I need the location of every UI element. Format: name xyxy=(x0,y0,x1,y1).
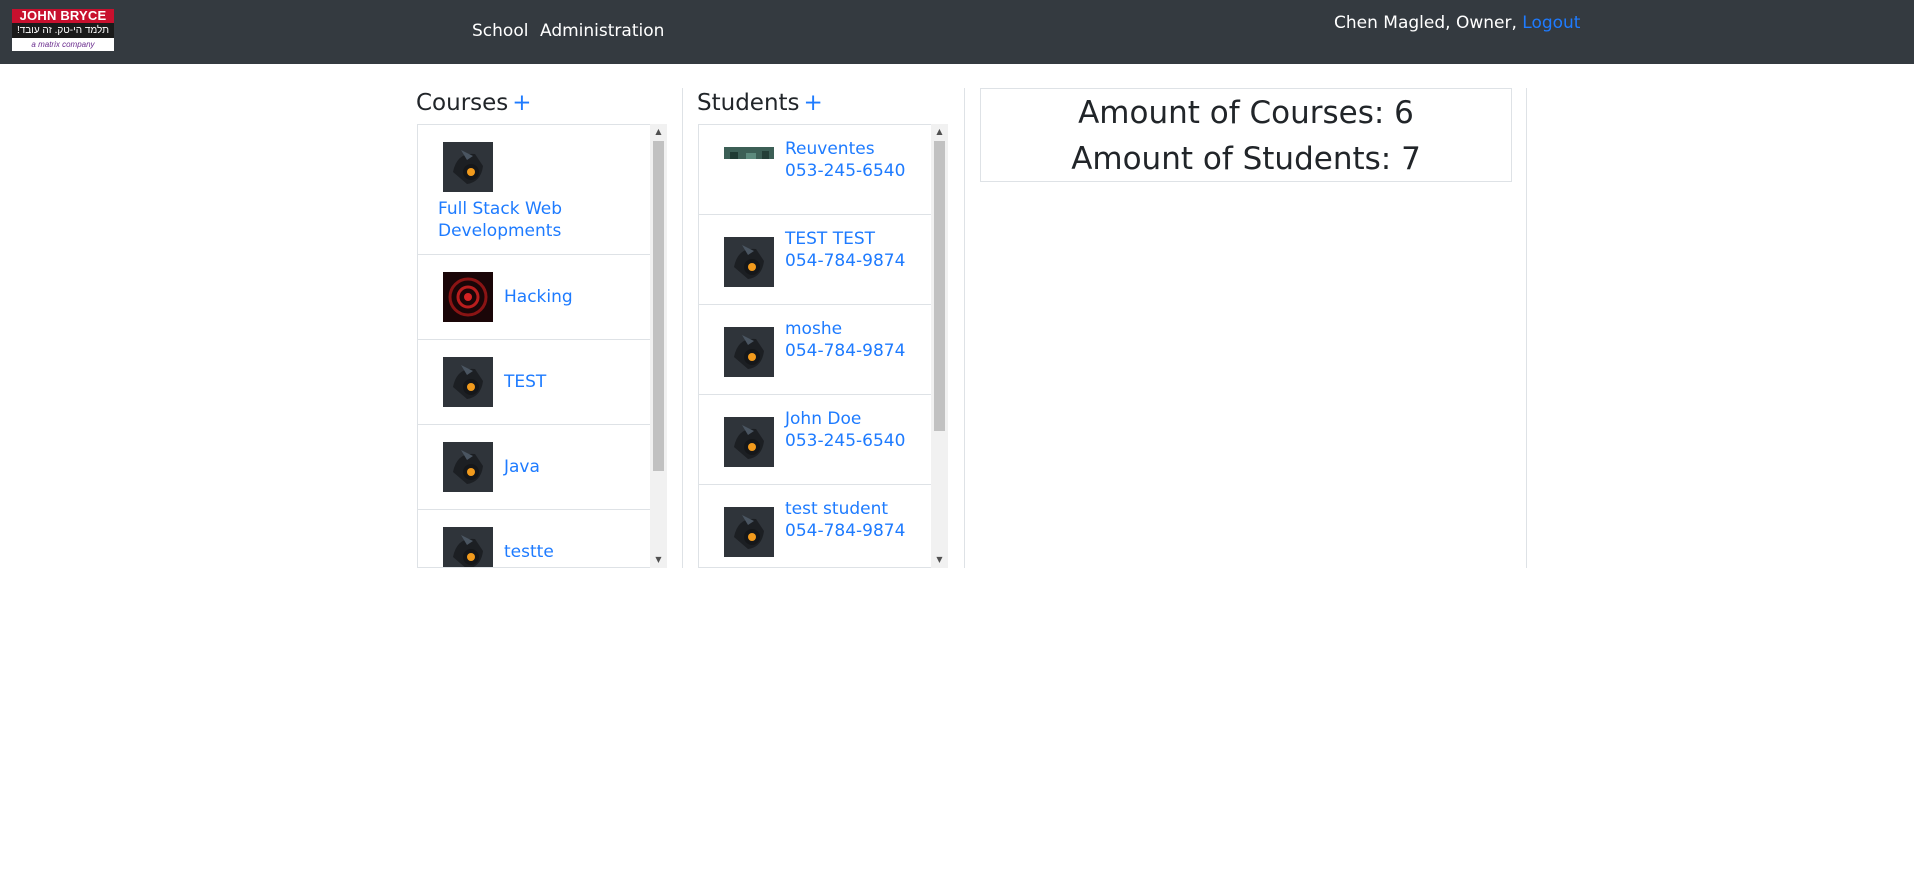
up-arrow-icon[interactable]: ▲ xyxy=(650,124,667,140)
student-phone-link[interactable]: 054-784-9874 xyxy=(785,250,905,272)
student-name-link[interactable]: moshe xyxy=(785,318,842,340)
course-item[interactable]: Hacking xyxy=(418,255,650,340)
user-greeting: Chen Magled, Owner, xyxy=(1334,13,1523,33)
student-name-link[interactable]: TEST TEST xyxy=(785,228,875,250)
top-navbar: JOHN BRYCE תלמד הי-טק. זה עובד! a matrix… xyxy=(0,0,1914,64)
student-avatar-icon xyxy=(724,237,774,287)
down-arrow-icon[interactable]: ▼ xyxy=(650,552,667,568)
course-name-link[interactable]: TEST xyxy=(504,371,546,393)
add-course-button[interactable]: + xyxy=(512,90,531,116)
courses-count: Amount of Courses: 6 xyxy=(1078,95,1414,131)
course-image-icon xyxy=(443,357,493,407)
nav-administration-link[interactable]: Administration xyxy=(540,20,664,42)
course-name-link[interactable]: Full Stack Web Developments xyxy=(438,198,638,242)
student-name-link[interactable]: Reuventes xyxy=(785,138,875,160)
stats-card: Amount of Courses: 6 Amount of Students:… xyxy=(980,88,1512,182)
john-bryce-logo[interactable]: JOHN BRYCE תלמד הי-טק. זה עובד! a matrix… xyxy=(12,9,114,51)
course-image-icon xyxy=(443,442,493,492)
courses-list[interactable]: Full Stack Web Developments Hacking TEST… xyxy=(417,124,650,568)
student-phone-link[interactable]: 053-245-6540 xyxy=(785,430,905,452)
add-student-button[interactable]: + xyxy=(804,90,823,116)
student-name-link[interactable]: test student xyxy=(785,498,888,520)
courses-scrollbar[interactable]: ▲ ▼ xyxy=(650,124,667,568)
logo-subtitle: a matrix company xyxy=(12,38,114,51)
logo-tagline: תלמד הי-טק. זה עובד! xyxy=(12,23,114,38)
courses-title: Courses xyxy=(416,90,509,116)
students-count: Amount of Students: 7 xyxy=(1071,141,1421,177)
course-image-icon xyxy=(443,527,493,567)
course-item[interactable]: Full Stack Web Developments xyxy=(418,125,650,255)
student-item[interactable]: TEST TEST 054-784-9874 xyxy=(699,215,931,305)
logout-link[interactable]: Logout xyxy=(1522,13,1580,33)
student-phone-link[interactable]: 053-245-6540 xyxy=(785,160,905,182)
student-avatar-icon xyxy=(724,507,774,557)
course-item[interactable]: Java xyxy=(418,425,650,510)
course-name-link[interactable]: testte xyxy=(504,541,554,563)
students-scroll-thumb[interactable] xyxy=(934,141,945,431)
course-item[interactable]: TEST xyxy=(418,340,650,425)
course-name-link[interactable]: Java xyxy=(504,456,540,478)
logo-brand-text: JOHN BRYCE xyxy=(12,9,114,23)
students-heading: Students + xyxy=(697,88,823,118)
student-item[interactable]: Reuventes 053-245-6540 xyxy=(699,125,931,215)
column-divider xyxy=(964,88,965,568)
student-avatar-icon xyxy=(724,327,774,377)
course-image-icon xyxy=(443,142,493,192)
students-title: Students xyxy=(697,90,800,116)
student-phone-link[interactable]: 054-784-9874 xyxy=(785,520,905,542)
nav-school-link[interactable]: School xyxy=(472,20,528,42)
students-scrollbar[interactable]: ▲ ▼ xyxy=(931,124,948,568)
down-arrow-icon[interactable]: ▼ xyxy=(931,552,948,568)
student-name-link[interactable]: John Doe xyxy=(785,408,861,430)
student-phone-link[interactable]: 054-784-9874 xyxy=(785,340,905,362)
column-divider xyxy=(682,88,683,568)
up-arrow-icon[interactable]: ▲ xyxy=(931,124,948,140)
student-avatar-icon xyxy=(724,147,774,159)
student-item[interactable]: test student 054-784-9874 xyxy=(699,485,931,567)
course-item[interactable]: testte xyxy=(418,510,650,567)
user-area: Chen Magled, Owner, Logout xyxy=(1334,12,1580,34)
students-list[interactable]: Reuventes 053-245-6540 TEST TEST 054-784… xyxy=(698,124,931,568)
column-divider xyxy=(1526,88,1527,568)
student-item[interactable]: John Doe 053-245-6540 xyxy=(699,395,931,485)
course-name-link[interactable]: Hacking xyxy=(504,286,573,308)
student-item[interactable]: moshe 054-784-9874 xyxy=(699,305,931,395)
course-image-icon xyxy=(443,272,493,322)
courses-heading: Courses + xyxy=(416,88,532,118)
courses-scroll-thumb[interactable] xyxy=(653,141,664,471)
student-avatar-icon xyxy=(724,417,774,467)
